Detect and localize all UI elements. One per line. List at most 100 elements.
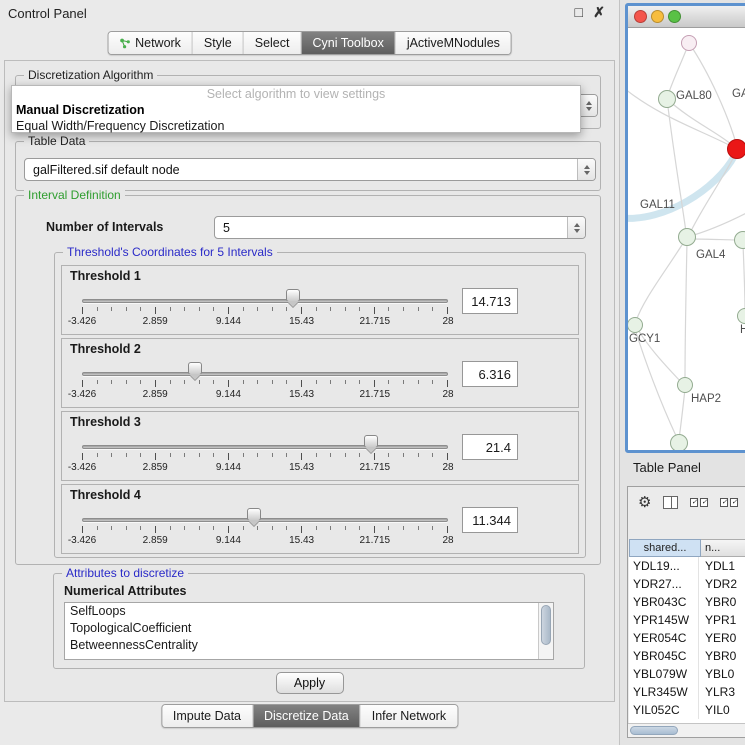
network-node-label: HAP2 xyxy=(691,393,721,405)
tab-impute-data[interactable]: Impute Data xyxy=(162,705,252,727)
unselect-columns-icon[interactable] xyxy=(720,498,738,507)
threshold-panel: Threshold 4 -3.4262.8599.14415.4321.7152… xyxy=(61,484,579,554)
numerical-attributes-label: Numerical Attributes xyxy=(64,584,186,598)
slider-thumb[interactable] xyxy=(364,435,378,448)
table-row[interactable]: YLR345WYLR3 xyxy=(629,683,745,701)
table-data-combo[interactable]: galFiltered.sif default node xyxy=(24,158,596,181)
combo-stepper-icon[interactable] xyxy=(577,159,595,180)
threshold-slider[interactable]: -3.4262.8599.14415.4321.71528 xyxy=(82,339,448,409)
cyni-toolbox-panel: Discretization Algorithm Select algorith… xyxy=(4,60,615,702)
slider-track[interactable] xyxy=(82,299,448,303)
network-node[interactable] xyxy=(681,35,697,51)
control-panel-window: Control Panel □ ✗ Network Style Select C… xyxy=(0,0,620,745)
list-item[interactable]: SelfLoops xyxy=(65,603,537,620)
gear-icon[interactable]: ⚙ xyxy=(638,495,651,510)
tab-label: Style xyxy=(204,36,232,50)
float-window-icon[interactable]: □ xyxy=(575,4,583,20)
network-node[interactable] xyxy=(678,228,696,246)
table-row[interactable]: YBR043CYBR0 xyxy=(629,593,745,611)
threshold-panel: Threshold 1 -3.4262.8599.14415.4321.7152… xyxy=(61,265,579,335)
tab-select[interactable]: Select xyxy=(243,32,301,54)
scrollbar-thumb[interactable] xyxy=(630,726,678,735)
numerical-attributes-list[interactable]: SelfLoopsTopologicalCoefficientBetweenne… xyxy=(64,602,554,660)
algorithm-dropdown: Select algorithm to view settings Manual… xyxy=(11,85,581,133)
network-window-titlebar[interactable] xyxy=(628,6,745,28)
slider-ticks xyxy=(82,380,448,388)
tab-network[interactable]: Network xyxy=(108,32,192,54)
table-header: shared... n... xyxy=(629,539,745,557)
column-header-name[interactable]: n... xyxy=(701,539,745,557)
attributes-group: Attributes to discretize Numerical Attri… xyxy=(53,573,585,669)
list-item[interactable]: TopologicalCoefficient xyxy=(65,620,537,637)
thresholds-group: Threshold's Coordinates for 5 Intervals … xyxy=(54,252,586,558)
table-row[interactable]: YBR045CYBR0 xyxy=(629,647,745,665)
slider-track[interactable] xyxy=(82,518,448,522)
columns-icon[interactable] xyxy=(663,496,678,509)
table-row[interactable]: YER054CYER0 xyxy=(629,629,745,647)
tab-discretize-data[interactable]: Discretize Data xyxy=(252,705,360,727)
close-traffic-light-icon[interactable] xyxy=(634,10,647,23)
table-body[interactable]: YDL19...YDL1YDR27...YDR2YBR043CYBR0YPR14… xyxy=(629,557,745,723)
number-of-intervals-combo[interactable]: 5 xyxy=(214,216,586,239)
slider-thumb[interactable] xyxy=(188,362,202,375)
column-header-shared-name[interactable]: shared... xyxy=(629,539,701,557)
group-title: Table Data xyxy=(24,134,89,148)
horizontal-scrollbar[interactable] xyxy=(628,723,745,737)
tab-style[interactable]: Style xyxy=(192,32,243,54)
minimize-traffic-light-icon[interactable] xyxy=(651,10,664,23)
apply-button[interactable]: Apply xyxy=(276,672,344,694)
attributes-scrollbar[interactable] xyxy=(538,603,553,659)
bottom-tabbar: Impute Data Discretize Data Infer Networ… xyxy=(161,704,458,728)
tab-label: Network xyxy=(135,36,181,50)
tab-label: Cyni Toolbox xyxy=(312,36,383,50)
dropdown-option-equal-width-frequency[interactable]: Equal Width/Frequency Discretization xyxy=(12,118,580,134)
table-panel-title: Table Panel xyxy=(633,460,701,475)
threshold-slider[interactable]: -3.4262.8599.14415.4321.71528 xyxy=(82,266,448,336)
threshold-value[interactable]: 6.316 xyxy=(462,361,518,387)
tab-infer-network[interactable]: Infer Network xyxy=(360,705,457,727)
network-node[interactable] xyxy=(677,377,693,393)
table-row[interactable]: YIL052CYIL0 xyxy=(629,701,745,719)
network-node-label: GAL4 xyxy=(696,249,725,261)
slider-ticks xyxy=(82,307,448,315)
group-title: Attributes to discretize xyxy=(62,566,188,580)
table-row[interactable]: YBL079WYBL0 xyxy=(629,665,745,683)
tab-cyni-toolbox[interactable]: Cyni Toolbox xyxy=(300,32,394,54)
scrollbar-thumb[interactable] xyxy=(541,605,551,645)
close-icon[interactable]: ✗ xyxy=(593,4,605,21)
threshold-value[interactable]: 14.713 xyxy=(462,288,518,314)
network-canvas[interactable]: GAL80GAGAL11GAL4GCY1HHAP2 xyxy=(628,28,745,450)
threshold-value[interactable]: 11.344 xyxy=(462,507,518,533)
slider-track[interactable] xyxy=(82,445,448,449)
table-row[interactable]: YDL19...YDL1 xyxy=(629,557,745,575)
panel-title: Control Panel xyxy=(8,6,87,21)
slider-ticks xyxy=(82,453,448,461)
slider-thumb[interactable] xyxy=(247,508,261,521)
network-node[interactable] xyxy=(727,139,745,159)
table-panel-window: ⚙ shared... n... YDL19...YDL1YDR27...YDR… xyxy=(627,486,745,738)
slider-track[interactable] xyxy=(82,372,448,376)
network-node[interactable] xyxy=(658,90,676,108)
network-node-label: GAL11 xyxy=(640,199,675,211)
threshold-slider[interactable]: -3.4262.8599.14415.4321.71528 xyxy=(82,485,448,555)
combo-stepper-icon[interactable] xyxy=(567,217,585,238)
threshold-value[interactable]: 21.4 xyxy=(462,434,518,460)
select-all-columns-icon[interactable] xyxy=(690,498,708,507)
table-row[interactable]: YDR27...YDR2 xyxy=(629,575,745,593)
tab-label: Impute Data xyxy=(173,709,241,723)
threshold-slider[interactable]: -3.4262.8599.14415.4321.71528 xyxy=(82,412,448,482)
table-row[interactable]: YPR145WYPR1 xyxy=(629,611,745,629)
slider-tick-labels: -3.4262.8599.14415.4321.71528 xyxy=(82,535,448,547)
dropdown-option-manual-discretization[interactable]: Manual Discretization xyxy=(12,102,580,118)
network-node-label: H xyxy=(740,324,745,336)
tab-jactivemnodules[interactable]: jActiveMNodules xyxy=(395,32,511,54)
network-node-label: GCY1 xyxy=(629,333,660,345)
network-view-window: GAL80GAGAL11GAL4GCY1HHAP2 xyxy=(625,3,745,453)
combo-stepper-icon[interactable] xyxy=(579,95,597,116)
list-item[interactable]: BetweennessCentrality xyxy=(65,637,537,654)
network-node[interactable] xyxy=(734,231,745,249)
slider-thumb[interactable] xyxy=(286,289,300,302)
network-node[interactable] xyxy=(670,434,688,450)
network-icon xyxy=(119,38,130,49)
zoom-traffic-light-icon[interactable] xyxy=(668,10,681,23)
